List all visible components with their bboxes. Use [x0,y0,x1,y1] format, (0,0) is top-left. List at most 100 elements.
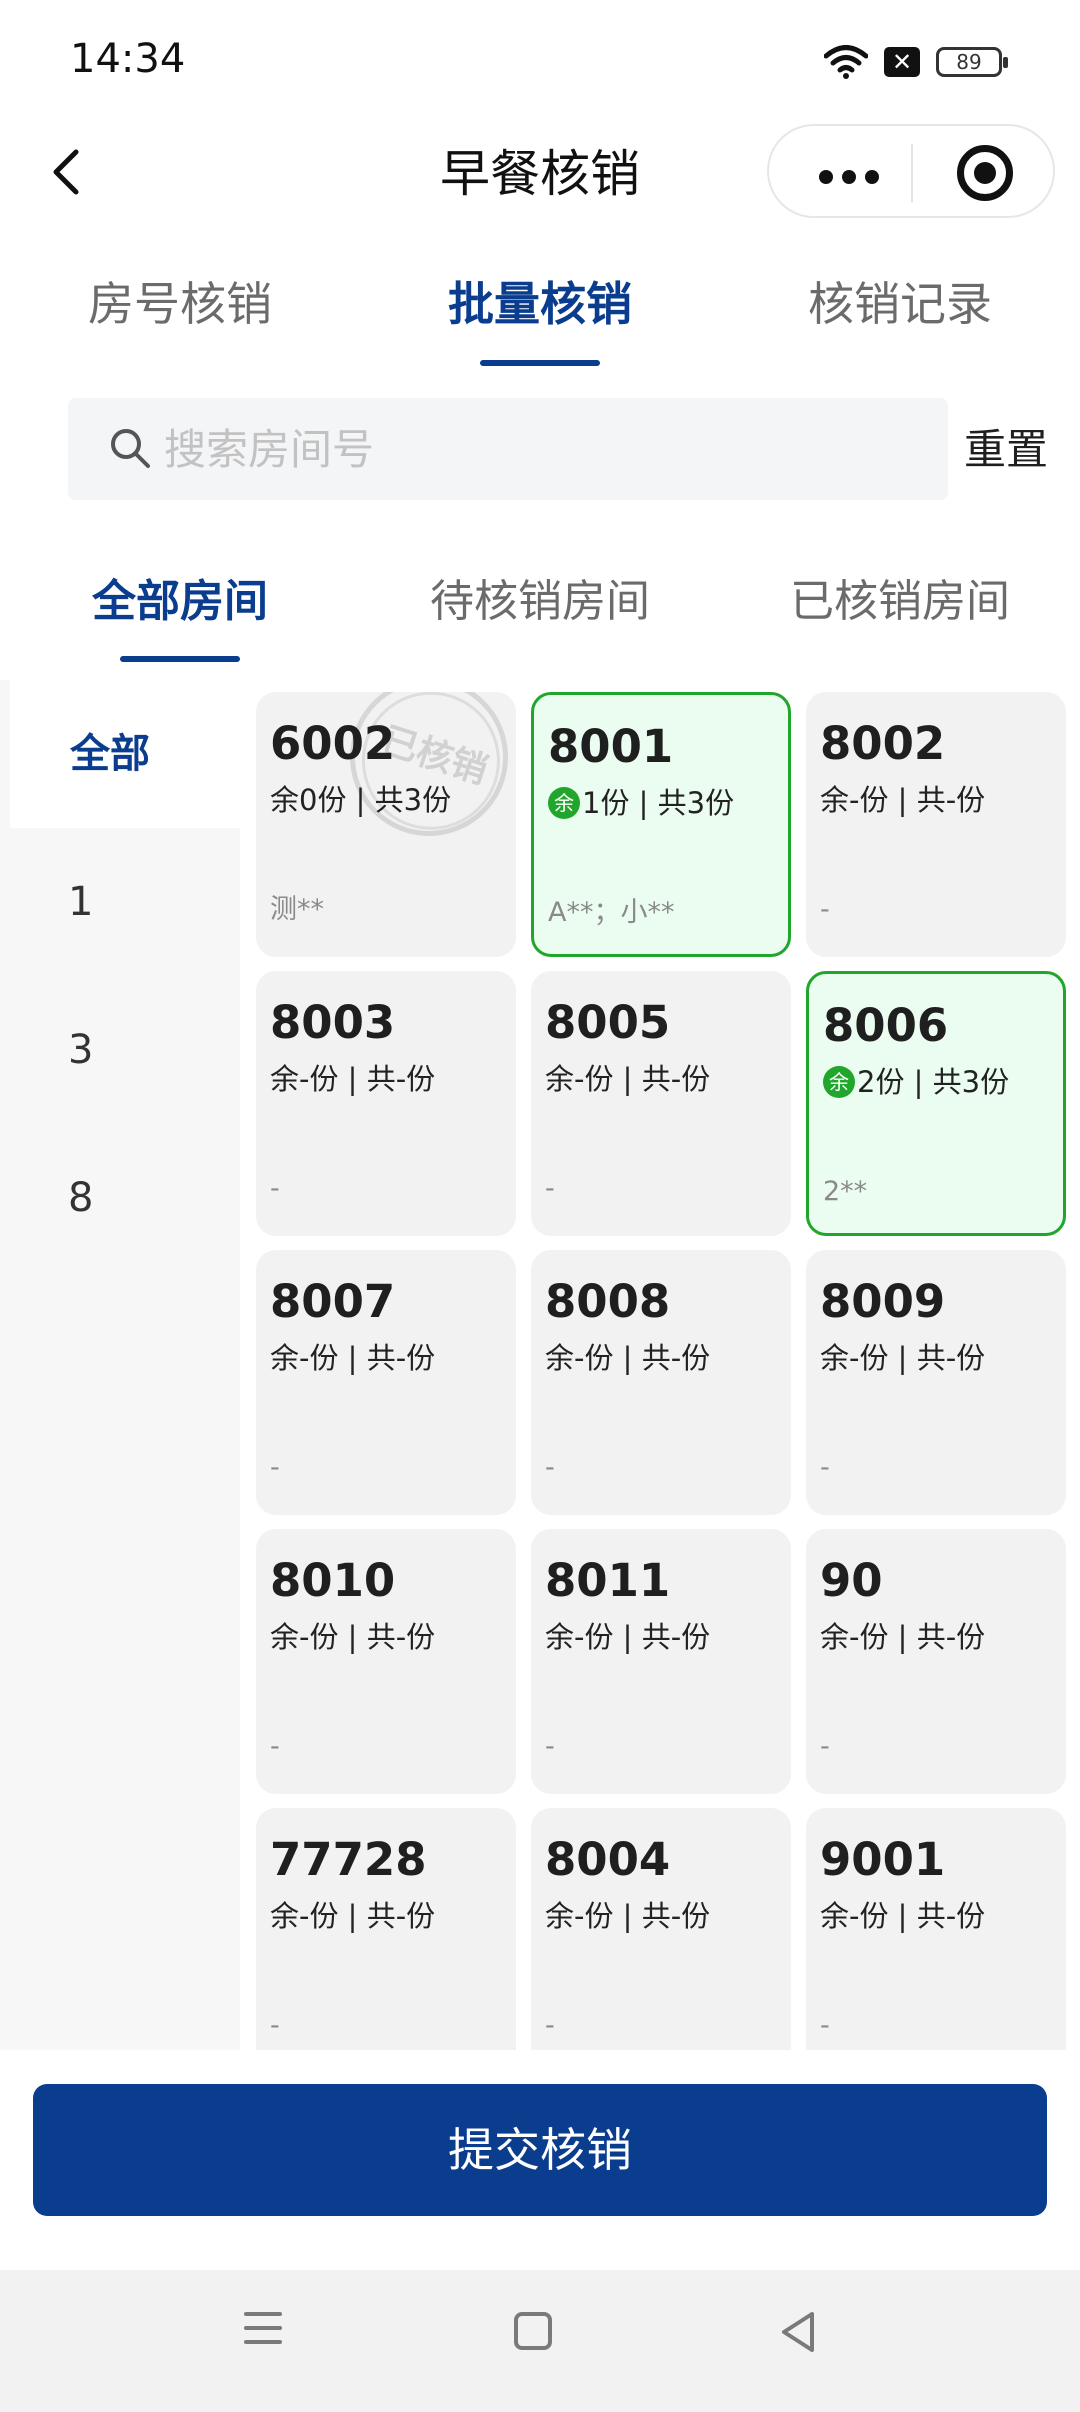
room-quota: 余-份 | 共-份 [820,1617,985,1657]
quota-remain: 余-份 [270,1620,339,1654]
quota-remain: 余-份 [820,1620,889,1654]
reset-button[interactable]: 重置 [964,420,1048,480]
tab-room-verify[interactable]: 房号核销 [0,272,360,336]
quota-remain: 余-份 [270,1062,339,1096]
battery-icon: 89 [936,47,1008,77]
home-icon[interactable] [514,2312,552,2350]
room-card[interactable]: 8004 余-份 | 共-份 - [531,1808,791,2050]
room-quota: 余 2份 | 共3份 [823,1062,1009,1102]
room-card-selected[interactable]: 8001 余 1份 | 共3份 A**；小** [531,692,791,957]
room-number: 8007 [270,1275,396,1328]
capsule-divider [911,144,913,202]
back-triangle-icon[interactable] [778,2310,818,2354]
tab-all-rooms[interactable]: 全部房间 [0,570,360,634]
mini-program-capsule [767,124,1055,218]
room-quota: 余-份 | 共-份 [270,1896,435,1936]
room-card[interactable]: 77728 余-份 | 共-份 - [256,1808,516,2050]
guest-names: - [545,1173,555,1204]
tab-verified-rooms[interactable]: 已核销房间 [720,570,1080,634]
quota-total: 共-份 [916,1899,986,1933]
quota-total: 共-份 [641,1620,711,1654]
quota-remain: 1份 [582,786,630,820]
room-card[interactable]: 8011 余-份 | 共-份 - [531,1529,791,1794]
status-icons: ✕ 89 [824,42,1008,82]
quota-total: 共-份 [366,1341,436,1375]
room-card[interactable]: 8005 余-份 | 共-份 - [531,971,791,1236]
room-card[interactable]: 8002 余-份 | 共-份 - [806,692,1066,957]
guest-names: - [820,894,830,925]
floor-item-all[interactable]: 全部 [10,680,240,828]
room-card[interactable]: 8007 余-份 | 共-份 - [256,1250,516,1515]
search-box [68,398,948,500]
main-tabs: 房号核销 批量核销 核销记录 [0,260,1080,370]
guest-names: - [820,2010,830,2041]
floor-item-3[interactable]: 3 [0,976,240,1124]
room-number: 8004 [545,1833,671,1886]
room-status-tabs: 全部房间 待核销房间 已核销房间 [0,560,1080,670]
quota-total: 共-份 [916,1620,986,1654]
submit-verify-button[interactable]: 提交核销 [33,2084,1047,2216]
room-card[interactable]: 8010 余-份 | 共-份 - [256,1529,516,1794]
guest-names: - [270,2010,280,2041]
remain-badge: 余 [823,1066,855,1098]
tab-verify-records[interactable]: 核销记录 [720,272,1080,336]
guest-names: - [270,1452,280,1483]
guest-names: - [820,1731,830,1762]
guest-names: 测** [270,894,324,925]
room-quota: 余-份 | 共-份 [545,1617,710,1657]
menu-icon[interactable] [244,2312,284,2352]
room-quota: 余-份 | 共-份 [545,1896,710,1936]
room-number: 8005 [545,996,671,1049]
room-grid: 已核销 6002 余0份 | 共3份 测** 8001 余 1份 | 共3份 A*… [240,680,1080,2050]
room-card[interactable]: 已核销 6002 余0份 | 共3份 测** [256,692,516,957]
quota-remain: 2份 [857,1065,905,1099]
room-quota: 余-份 | 共-份 [270,1338,435,1378]
room-card[interactable]: 90 余-份 | 共-份 - [806,1529,1066,1794]
status-bar: 14:34 ✕ 89 [0,0,1080,120]
guest-names: - [820,1452,830,1483]
quota-remain: 余-份 [270,1899,339,1933]
room-card[interactable]: 9001 余-份 | 共-份 - [806,1808,1066,2050]
quota-total: 共3份 [657,786,735,820]
system-nav-bar [0,2270,1080,2412]
quota-remain: 余-份 [270,1341,339,1375]
quota-total: 共-份 [366,1620,436,1654]
search-icon [111,429,150,468]
tab-pending-rooms[interactable]: 待核销房间 [360,570,720,634]
active-status-indicator [120,656,240,662]
quota-total: 共-份 [916,783,986,817]
room-quota: 余-份 | 共-份 [820,1896,985,1936]
room-card[interactable]: 8008 余-份 | 共-份 - [531,1250,791,1515]
floor-item-8[interactable]: 8 [0,1124,240,1272]
room-card[interactable]: 8003 余-份 | 共-份 - [256,971,516,1236]
room-card-selected[interactable]: 8006 余 2份 | 共3份 2** [806,971,1066,1236]
room-quota: 余0份 | 共3份 [270,780,451,820]
room-quota: 余-份 | 共-份 [820,1338,985,1378]
room-number: 90 [820,1554,883,1607]
room-quota: 余-份 | 共-份 [270,1617,435,1657]
nav-bar: 早餐核销 [0,120,1080,230]
floor-item-1[interactable]: 1 [0,828,240,976]
quota-remain: 余-份 [545,1341,614,1375]
more-dots-icon[interactable] [809,170,889,184]
quota-total: 共-份 [916,1341,986,1375]
quota-remain: 余-份 [820,1341,889,1375]
status-time: 14:34 [70,36,186,82]
guest-names: 2** [823,1176,868,1207]
guest-names: - [270,1173,280,1204]
tab-batch-verify[interactable]: 批量核销 [360,272,720,336]
guest-names: - [270,1731,280,1762]
room-number: 8002 [820,717,946,770]
search-input[interactable] [164,418,924,480]
remain-badge: 余 [548,787,580,819]
target-icon[interactable] [957,145,1013,201]
room-number: 8011 [545,1554,671,1607]
quota-total: 共-份 [366,1062,436,1096]
room-card[interactable]: 8009 余-份 | 共-份 - [806,1250,1066,1515]
chevron-left-icon[interactable] [40,142,96,202]
quota-total: 共-份 [641,1341,711,1375]
room-number: 8008 [545,1275,671,1328]
guest-names: - [545,1452,555,1483]
notification-x-icon: ✕ [884,47,920,77]
room-quota: 余-份 | 共-份 [545,1338,710,1378]
